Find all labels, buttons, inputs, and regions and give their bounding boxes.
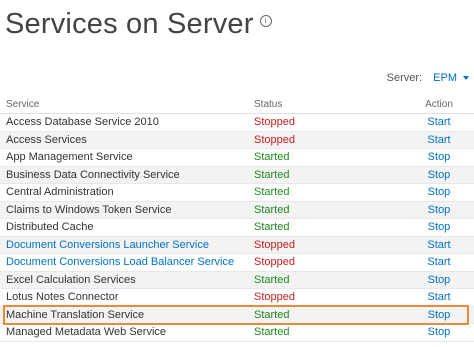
stop-action-link[interactable]: Stop (428, 186, 451, 198)
services-table-body: Access Database Service 2010 Stopped Start… (0, 113, 474, 342)
stop-action-link[interactable]: Stop (428, 309, 451, 321)
table-row: Excel Calculation Services Started Stop (0, 271, 474, 289)
status-text: Started (248, 166, 404, 184)
page-title-text: Services on Server (5, 8, 254, 40)
status-text: Started (248, 323, 404, 342)
status-text: Stopped (248, 288, 404, 307)
table-row: Document Conversions Launcher Service Sto… (0, 236, 474, 254)
service-name: App Management Service (0, 148, 248, 167)
service-name: Business Data Connectivity Service (0, 166, 248, 184)
services-table: Service Status Action Access Database Se… (0, 96, 474, 342)
stop-action-link[interactable]: Stop (428, 274, 451, 286)
server-label: Server: (386, 72, 423, 84)
service-name: Central Administration (0, 183, 248, 202)
service-name: Distributed Cache (0, 218, 248, 237)
action-cell: Stop (404, 323, 474, 342)
action-cell: Stop (404, 306, 474, 324)
status-text: Stopped (248, 253, 404, 272)
status-text: Started (248, 218, 404, 237)
action-cell: Start (404, 236, 474, 254)
action-cell: Stop (404, 166, 474, 184)
start-action-link[interactable]: Start (427, 256, 450, 268)
stop-action-link[interactable]: Stop (428, 151, 451, 163)
status-text: Started (248, 306, 404, 324)
action-cell: Start (404, 288, 474, 307)
service-name: Machine Translation Service (0, 306, 248, 324)
service-name-link[interactable]: Document Conversions Load Balancer Servi… (0, 253, 248, 272)
table-row: Document Conversions Load Balancer Servi… (0, 253, 474, 272)
action-cell: Stop (404, 271, 474, 289)
table-row: Business Data Connectivity Service Starte… (0, 166, 474, 184)
server-selector: Server: EPM (387, 72, 469, 84)
start-action-link[interactable]: Start (427, 134, 450, 146)
start-action-link[interactable]: Start (427, 291, 450, 303)
info-icon[interactable]: i (259, 15, 272, 28)
action-cell: Start (404, 253, 474, 272)
status-text: Started (248, 183, 404, 202)
action-cell: Start (404, 131, 474, 149)
action-cell: Stop (404, 201, 474, 219)
stop-action-link[interactable]: Stop (428, 326, 451, 338)
table-row: Claims to Windows Token Service Started St… (0, 201, 474, 219)
table-row: Access Database Service 2010 Stopped Start (0, 113, 474, 132)
status-text: Started (248, 148, 404, 167)
start-action-link[interactable]: Start (427, 116, 450, 128)
status-text: Stopped (248, 236, 404, 254)
table-row: Access Services Stopped Start (0, 131, 474, 149)
table-row: Lotus Notes Connector Stopped Start (0, 288, 474, 307)
status-text: Stopped (248, 131, 404, 149)
column-header-service[interactable]: Service (0, 96, 248, 114)
table-row: Distributed Cache Started Stop (0, 218, 474, 237)
service-name-link[interactable]: Document Conversions Launcher Service (0, 236, 248, 254)
service-name: Claims to Windows Token Service (0, 201, 248, 219)
page-title: Services on Server i (5, 6, 272, 42)
service-name: Managed Metadata Web Service (0, 323, 248, 342)
service-name: Lotus Notes Connector (0, 288, 248, 307)
action-cell: Stop (404, 148, 474, 167)
column-header-status[interactable]: Status (248, 96, 404, 114)
service-name: Access Database Service 2010 (0, 113, 248, 132)
status-text: Started (248, 271, 404, 289)
server-dropdown[interactable]: EPM (433, 72, 457, 84)
start-action-link[interactable]: Start (427, 239, 450, 251)
service-name: Access Services (0, 131, 248, 149)
action-cell: Stop (404, 218, 474, 237)
stop-action-link[interactable]: Stop (428, 169, 451, 181)
table-row: Managed Metadata Web Service Started Stop (0, 323, 474, 342)
action-cell: Stop (404, 183, 474, 202)
table-header-row: Service Status Action (0, 96, 474, 114)
action-cell: Start (404, 113, 474, 132)
stop-action-link[interactable]: Stop (428, 204, 451, 216)
status-text: Stopped (248, 113, 404, 132)
chevron-down-icon[interactable] (463, 76, 469, 81)
table-row: App Management Service Started Stop (0, 148, 474, 167)
column-header-action: Action (404, 96, 474, 114)
table-row: Machine Translation Service Started Stop (0, 306, 474, 324)
table-row: Central Administration Started Stop (0, 183, 474, 202)
service-name: Excel Calculation Services (0, 271, 248, 289)
stop-action-link[interactable]: Stop (428, 221, 451, 233)
status-text: Started (248, 201, 404, 219)
